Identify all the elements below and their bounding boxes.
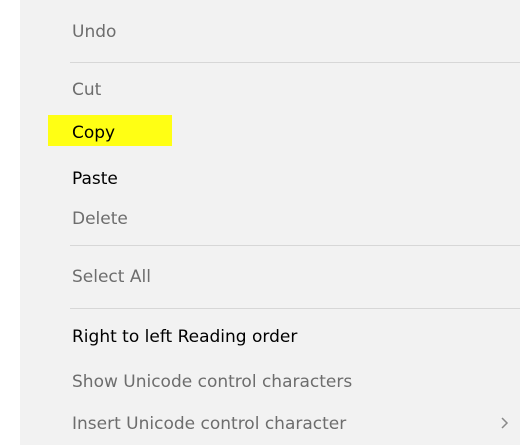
menu-item-show-unicode-control-characters[interactable]: Show Unicode control characters bbox=[72, 364, 352, 400]
menu-item-cut[interactable]: Cut bbox=[72, 72, 101, 108]
menu-separator bbox=[70, 308, 520, 309]
context-menu: Undo Cut Copy Paste Delete Select All Ri… bbox=[20, 0, 520, 445]
chevron-right-icon bbox=[501, 417, 509, 429]
menu-item-delete[interactable]: Delete bbox=[72, 201, 128, 237]
menu-separator bbox=[70, 62, 520, 63]
menu-item-copy[interactable]: Copy bbox=[72, 115, 115, 151]
menu-item-insert-unicode-control-character[interactable]: Insert Unicode control character bbox=[72, 406, 346, 442]
menu-item-select-all[interactable]: Select All bbox=[72, 259, 151, 295]
menu-item-paste[interactable]: Paste bbox=[72, 161, 118, 197]
menu-separator bbox=[70, 245, 520, 246]
menu-item-undo[interactable]: Undo bbox=[72, 14, 116, 50]
menu-item-right-to-left-reading-order[interactable]: Right to left Reading order bbox=[72, 319, 297, 355]
